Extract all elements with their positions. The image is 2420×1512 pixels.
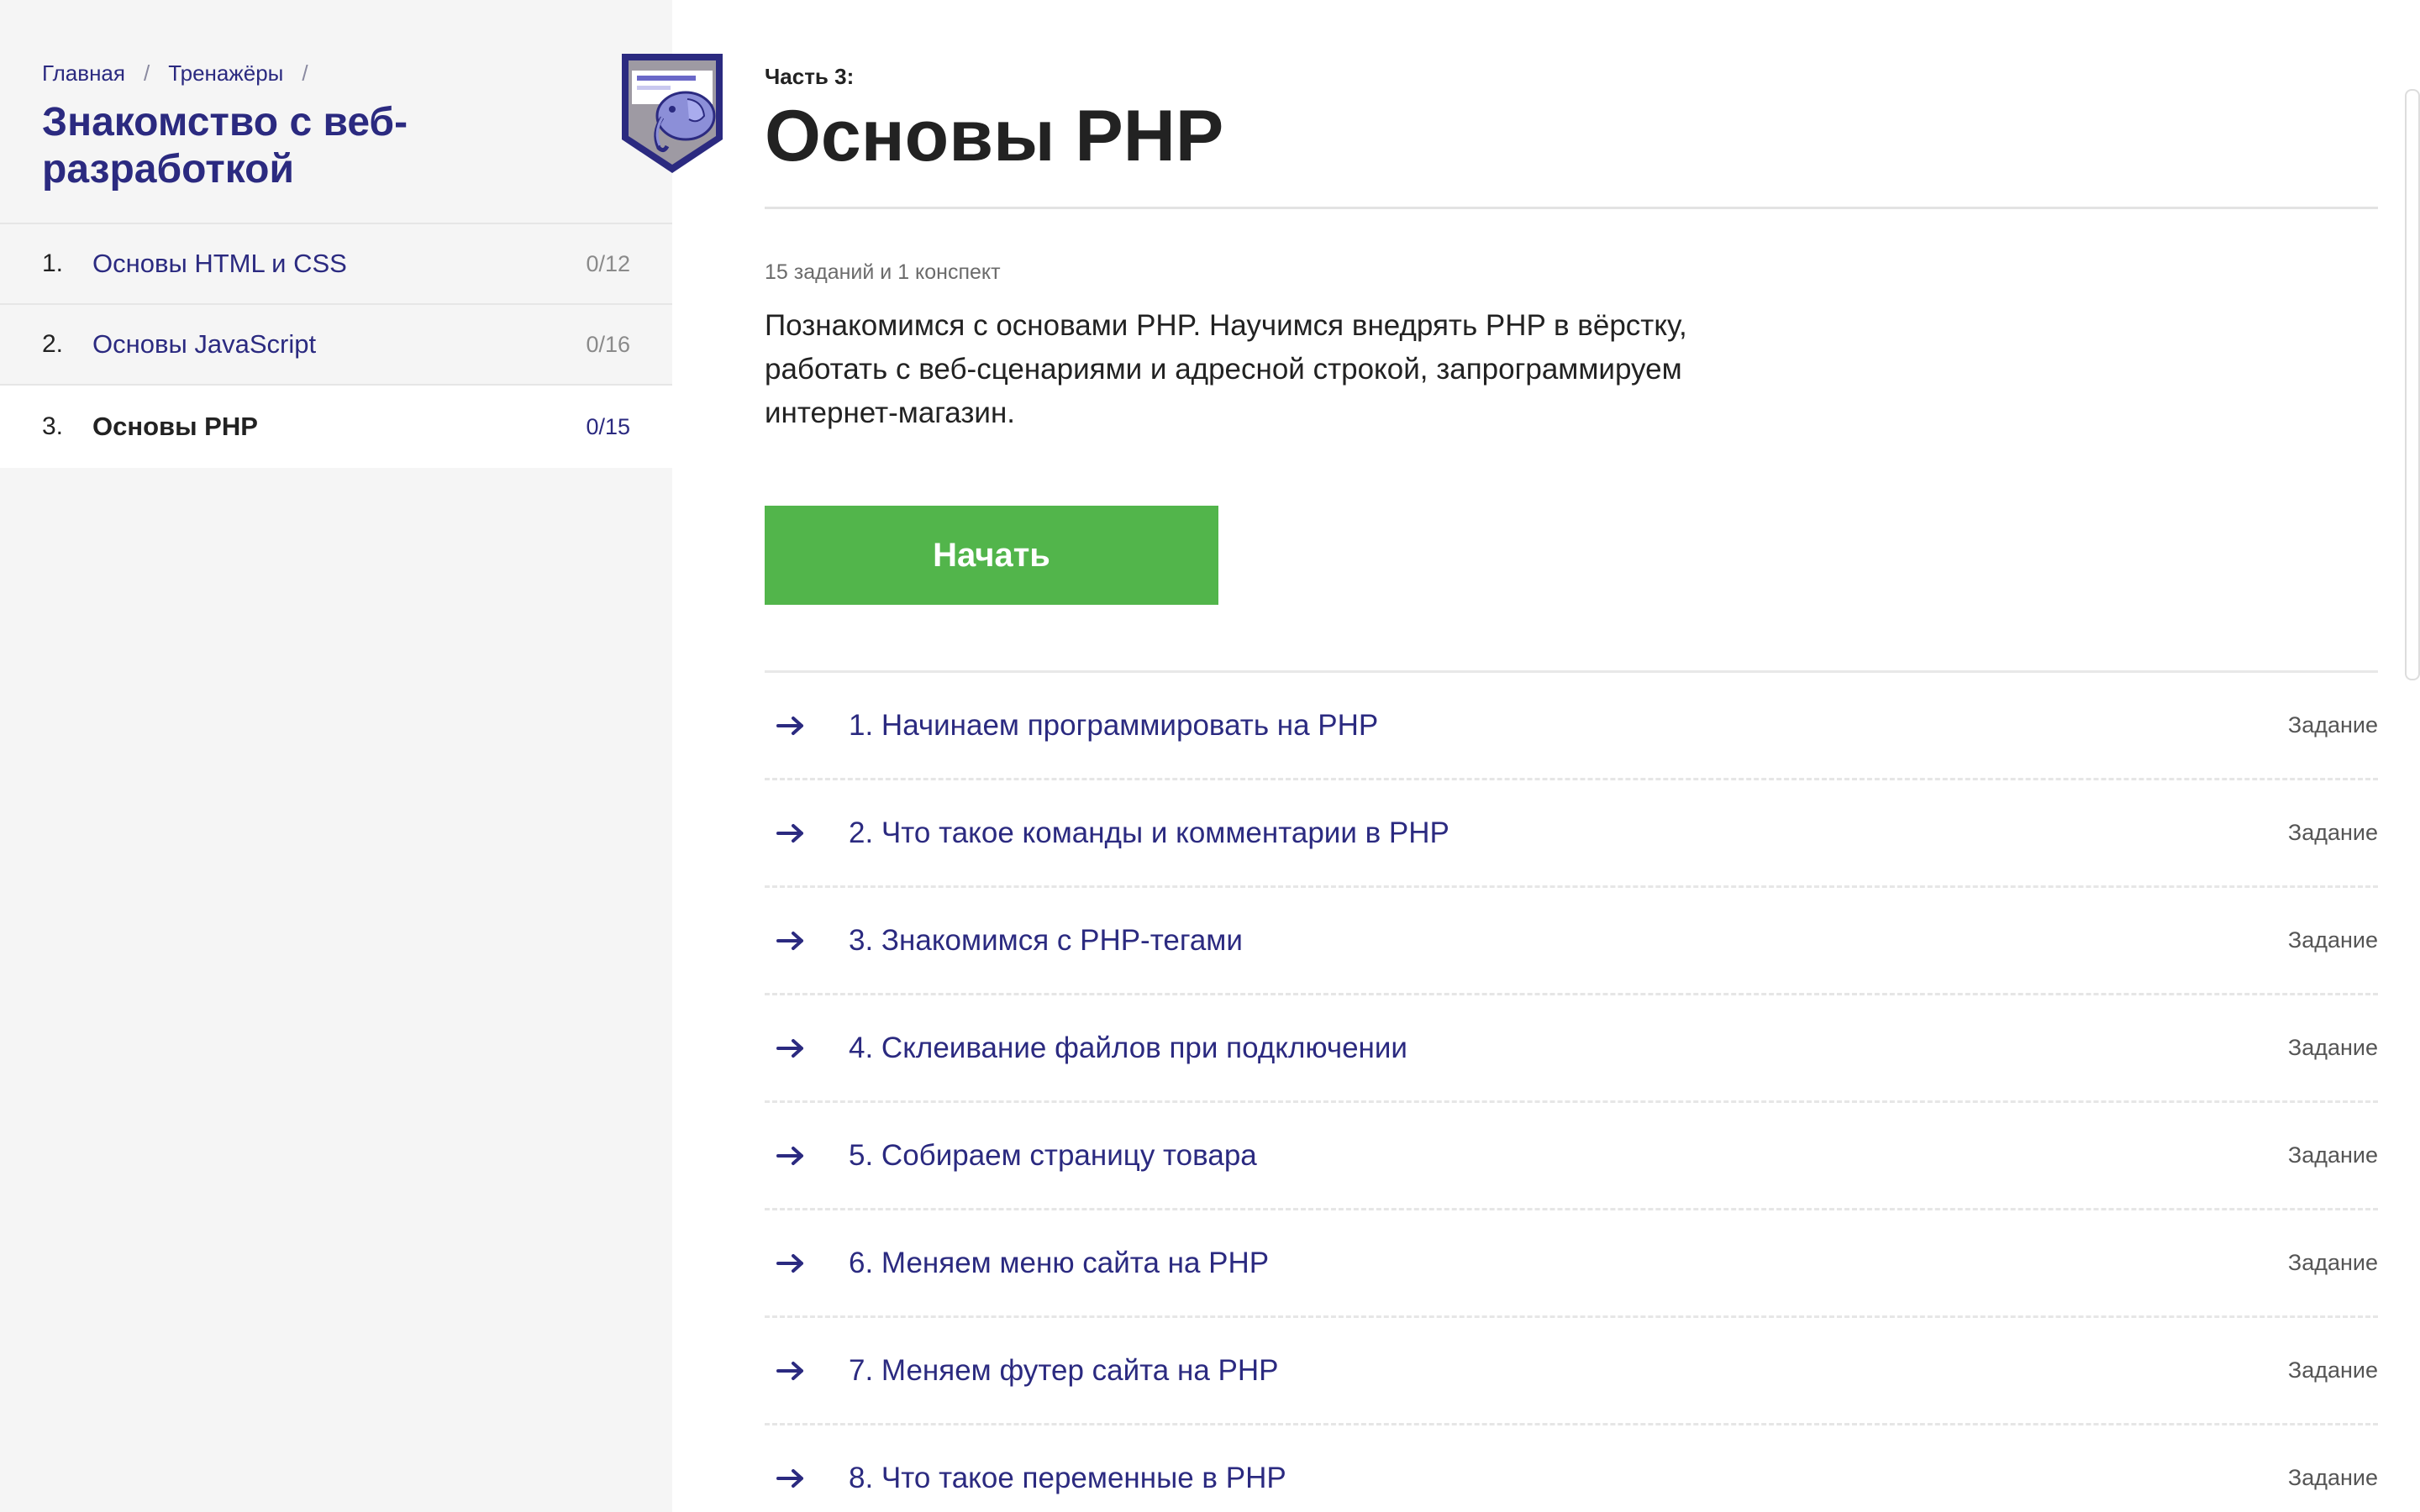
task-title-link[interactable]: 1. Начинаем программировать на PHP xyxy=(849,709,2288,743)
breadcrumb: Главная / Тренажёры / xyxy=(42,60,327,87)
divider xyxy=(765,207,2378,209)
arrow-right-icon xyxy=(765,709,849,743)
part-item-javascript[interactable]: 2. Основы JavaScript 0/16 xyxy=(0,305,672,386)
task-item[interactable]: 7. Меняем футер сайта на PHP Задание xyxy=(765,1318,2378,1425)
task-type: Задание xyxy=(2287,1035,2378,1060)
part-number: 1. xyxy=(42,249,64,277)
scrollbar-thumb[interactable] xyxy=(2405,89,2420,680)
breadcrumb-home-link[interactable]: Главная xyxy=(42,60,125,87)
part-progress: 0/15 xyxy=(586,413,630,439)
task-item[interactable]: 1. Начинаем программировать на PHP Задан… xyxy=(765,673,2378,780)
task-type: Задание xyxy=(2287,712,2378,738)
task-type: Задание xyxy=(2287,1357,2378,1383)
task-type: Задание xyxy=(2287,820,2378,845)
task-title-link[interactable]: 2. Что такое команды и комментарии в PHP xyxy=(849,816,2288,850)
part-label-heading: Часть 3: xyxy=(765,64,855,89)
part-item-html-css[interactable]: 1. Основы HTML и CSS 0/12 xyxy=(0,224,672,305)
part-item-php[interactable]: 3. Основы PHP 0/15 xyxy=(0,386,672,468)
breadcrumb-separator: / xyxy=(302,60,308,86)
course-title: Знакомство с веб-разработкой xyxy=(42,100,408,192)
task-title-link[interactable]: 4. Склеивание файлов при подключении xyxy=(849,1032,2288,1065)
page: Главная / Тренажёры / Знакомство с веб-р… xyxy=(0,0,2420,1512)
part-progress: 0/12 xyxy=(586,250,630,276)
task-title-link[interactable]: 7. Меняем футер сайта на PHP xyxy=(849,1354,2288,1388)
parts-list: 1. Основы HTML и CSS 0/12 2. Основы Java… xyxy=(0,223,672,468)
arrow-right-icon xyxy=(765,816,849,850)
task-item[interactable]: 5. Собираем страницу товара Задание xyxy=(765,1103,2378,1210)
task-item[interactable]: 2. Что такое команды и комментарии в PHP… xyxy=(765,780,2378,888)
start-button[interactable]: Начать xyxy=(765,506,1218,605)
task-list: 1. Начинаем программировать на PHP Задан… xyxy=(765,673,2378,1512)
task-title-link[interactable]: 3. Знакомимся с PHP-тегами xyxy=(849,924,2288,958)
task-title-link[interactable]: 5. Собираем страницу товара xyxy=(849,1139,2288,1173)
part-number: 3. xyxy=(42,412,64,440)
arrow-right-icon xyxy=(765,1247,849,1280)
part-label: Основы HTML и CSS xyxy=(92,249,347,278)
sidebar: Главная / Тренажёры / Знакомство с веб-р… xyxy=(0,0,723,1512)
arrow-right-icon xyxy=(765,1032,849,1065)
part-label: Основы PHP xyxy=(92,412,258,441)
scrollbar[interactable] xyxy=(2396,0,2420,1512)
part-progress: 0/16 xyxy=(586,331,630,357)
part-description: Познакомимся с основами PHP. Научимся вн… xyxy=(765,309,1687,429)
php-elephant-shield-icon xyxy=(618,49,726,176)
task-item[interactable]: 6. Меняем меню сайта на PHP Задание xyxy=(765,1210,2378,1318)
breadcrumb-separator: / xyxy=(143,60,150,86)
part-number: 2. xyxy=(42,330,64,358)
arrow-right-icon xyxy=(765,924,849,958)
task-type: Задание xyxy=(2287,1465,2378,1490)
breadcrumb-trainers-link[interactable]: Тренажёры xyxy=(168,60,283,87)
task-item[interactable]: 4. Склеивание файлов при подключении Зад… xyxy=(765,995,2378,1103)
arrow-right-icon xyxy=(765,1139,849,1173)
page-title: Основы PHP xyxy=(765,96,1224,176)
task-item[interactable]: 8. Что такое переменные в PHP Задание xyxy=(765,1425,2378,1512)
arrow-right-icon xyxy=(765,1462,849,1495)
tasks-summary: 15 заданий и 1 конспект xyxy=(765,260,1001,284)
task-item[interactable]: 3. Знакомимся с PHP-тегами Задание xyxy=(765,888,2378,995)
part-label: Основы JavaScript xyxy=(92,329,317,359)
task-type: Задание xyxy=(2287,927,2378,953)
task-type: Задание xyxy=(2287,1250,2378,1275)
arrow-right-icon xyxy=(765,1354,849,1388)
task-title-link[interactable]: 8. Что такое переменные в PHP xyxy=(849,1462,2288,1495)
task-type: Задание xyxy=(2287,1142,2378,1168)
task-title-link[interactable]: 6. Меняем меню сайта на PHP xyxy=(849,1247,2288,1280)
